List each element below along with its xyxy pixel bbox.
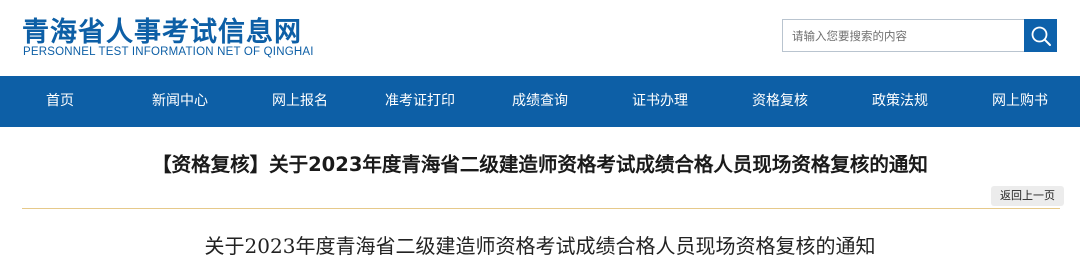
article-title: 【资格复核】关于2023年度青海省二级建造师资格考试成绩合格人员现场资格复核的通… xyxy=(152,153,928,176)
search-input[interactable] xyxy=(782,19,1025,52)
main-nav: 首页 新闻中心 网上报名 准考证打印 成绩查询 证书办理 资格复核 政策法规 网… xyxy=(0,76,1080,127)
site-logo-title[interactable]: 青海省人事考试信息网 xyxy=(22,10,302,49)
search-button[interactable] xyxy=(1024,19,1057,52)
back-button[interactable]: 返回上一页 xyxy=(991,186,1064,206)
nav-item-policy[interactable]: 政策法规 xyxy=(840,76,960,127)
nav-item-certificate[interactable]: 证书办理 xyxy=(600,76,720,127)
nav-item-bookstore[interactable]: 网上购书 xyxy=(960,76,1080,127)
site-header: 青海省人事考试信息网 PERSONNEL TEST INFORMATION NE… xyxy=(0,0,1080,76)
title-divider xyxy=(22,208,1060,209)
search-box xyxy=(782,19,1057,52)
nav-item-score-query[interactable]: 成绩查询 xyxy=(480,76,600,127)
nav-item-home[interactable]: 首页 xyxy=(0,76,120,127)
nav-item-registration[interactable]: 网上报名 xyxy=(240,76,360,127)
search-icon xyxy=(1031,26,1051,46)
document-heading: 关于2023年度青海省二级建造师资格考试成绩合格人员现场资格复核的通知 xyxy=(204,234,876,258)
nav-item-qualification-review[interactable]: 资格复核 xyxy=(720,76,840,127)
site-logo-subtitle: PERSONNEL TEST INFORMATION NET OF QINGHA… xyxy=(23,46,314,58)
nav-item-admission-ticket[interactable]: 准考证打印 xyxy=(360,76,480,127)
nav-item-news[interactable]: 新闻中心 xyxy=(120,76,240,127)
